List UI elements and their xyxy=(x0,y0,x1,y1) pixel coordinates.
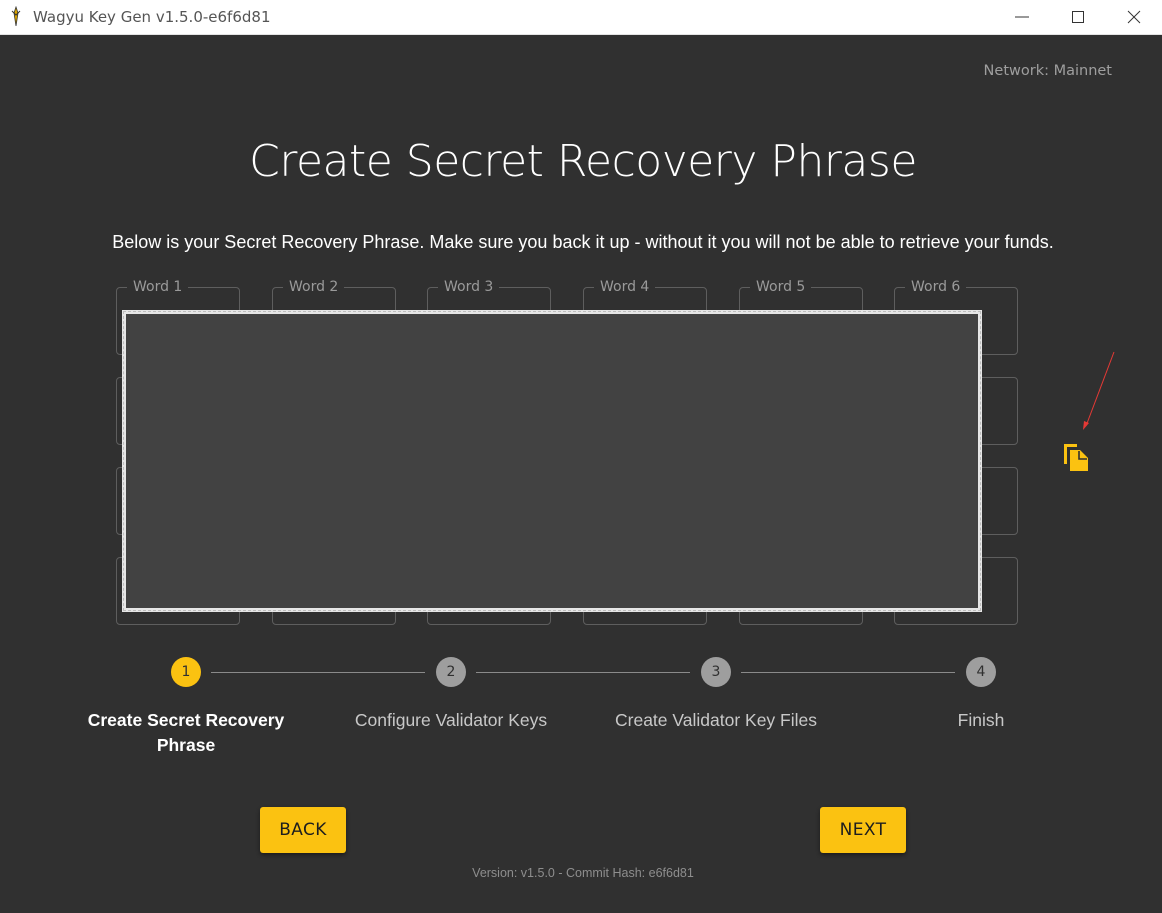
copy-icon[interactable] xyxy=(1062,442,1090,472)
version-text: Version: v1.5.0 - Commit Hash: e6f6d81 xyxy=(472,866,694,880)
next-button[interactable]: NEXT xyxy=(820,807,906,853)
step-2-circle: 2 xyxy=(436,657,466,687)
word-label: Word 6 xyxy=(905,278,967,296)
word-label: Word 5 xyxy=(750,278,812,296)
maximize-button[interactable] xyxy=(1050,0,1106,34)
minimize-icon xyxy=(1015,16,1029,18)
instructions-text: Below is your Secret Recovery Phrase. Ma… xyxy=(112,232,1054,252)
word-label: Word 1 xyxy=(127,278,189,296)
annotation-arrow-icon xyxy=(1083,351,1115,430)
network-label: Network: Mainnet xyxy=(983,63,1112,79)
step-1-label: Create Secret Recovery Phrase xyxy=(87,710,285,755)
step-connector xyxy=(741,672,955,673)
step-3-label: Create Validator Key Files xyxy=(615,710,817,730)
maximize-icon xyxy=(1072,11,1084,23)
word-label: Word 4 xyxy=(594,278,656,296)
back-button[interactable]: BACK xyxy=(260,807,346,853)
step-2-label: Configure Validator Keys xyxy=(354,710,548,730)
title-bar: Wagyu Key Gen v1.5.0-e6f6d81 xyxy=(0,0,1162,35)
step-3-circle: 3 xyxy=(701,657,731,687)
word-label: Word 2 xyxy=(283,278,345,296)
step-4-label: Finish xyxy=(957,710,1005,730)
close-button[interactable] xyxy=(1106,0,1162,34)
step-1-circle: 1 xyxy=(171,657,201,687)
word-label: Word 3 xyxy=(438,278,500,296)
app-window: Wagyu Key Gen v1.5.0-e6f6d81 Network: Ma… xyxy=(0,0,1162,913)
redaction-overlay xyxy=(122,310,982,612)
page-title: Create Secret Recovery Phrase xyxy=(249,136,917,187)
minimize-button[interactable] xyxy=(994,0,1050,34)
close-icon xyxy=(1127,10,1141,24)
step-connector xyxy=(476,672,690,673)
window-title: Wagyu Key Gen v1.5.0-e6f6d81 xyxy=(33,8,271,26)
app-logo-icon xyxy=(11,6,21,27)
step-4-circle: 4 xyxy=(966,657,996,687)
step-connector xyxy=(211,672,425,673)
